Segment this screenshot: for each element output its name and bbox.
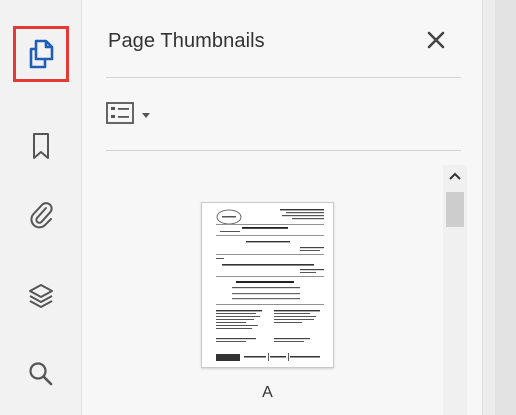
toolbar-divider [106, 150, 461, 151]
scroll-up-button[interactable] [443, 165, 467, 187]
navigation-toolbar [0, 0, 82, 415]
page-label: A [262, 384, 273, 401]
thumbnail-options-button[interactable] [106, 98, 166, 132]
search-button[interactable] [13, 346, 69, 402]
page-thumbnails-button[interactable] [13, 26, 69, 82]
chevron-up-icon [449, 167, 461, 185]
thumbnail-scrollbar[interactable] [443, 165, 467, 415]
attachments-button[interactable] [13, 186, 69, 242]
panel-title: Page Thumbnails [108, 30, 265, 52]
layers-button[interactable] [13, 268, 69, 324]
close-panel-button[interactable] [420, 26, 452, 58]
page-thumbnails-panel: Page Thumbnails A [82, 0, 482, 415]
scrollbar-thumb[interactable] [446, 192, 464, 227]
pages-icon [26, 38, 56, 70]
bookmark-icon [28, 131, 54, 161]
list-options-icon [106, 101, 134, 129]
layers-icon [26, 281, 56, 311]
page-thumbnail[interactable] [201, 202, 334, 368]
page-preview-image [216, 209, 324, 361]
close-icon [427, 31, 445, 54]
paperclip-icon [27, 199, 55, 229]
header-divider [106, 77, 461, 78]
bookmarks-button[interactable] [13, 118, 69, 174]
chevron-down-icon [142, 112, 150, 118]
document-pane-background [495, 0, 516, 415]
search-icon [27, 360, 55, 388]
